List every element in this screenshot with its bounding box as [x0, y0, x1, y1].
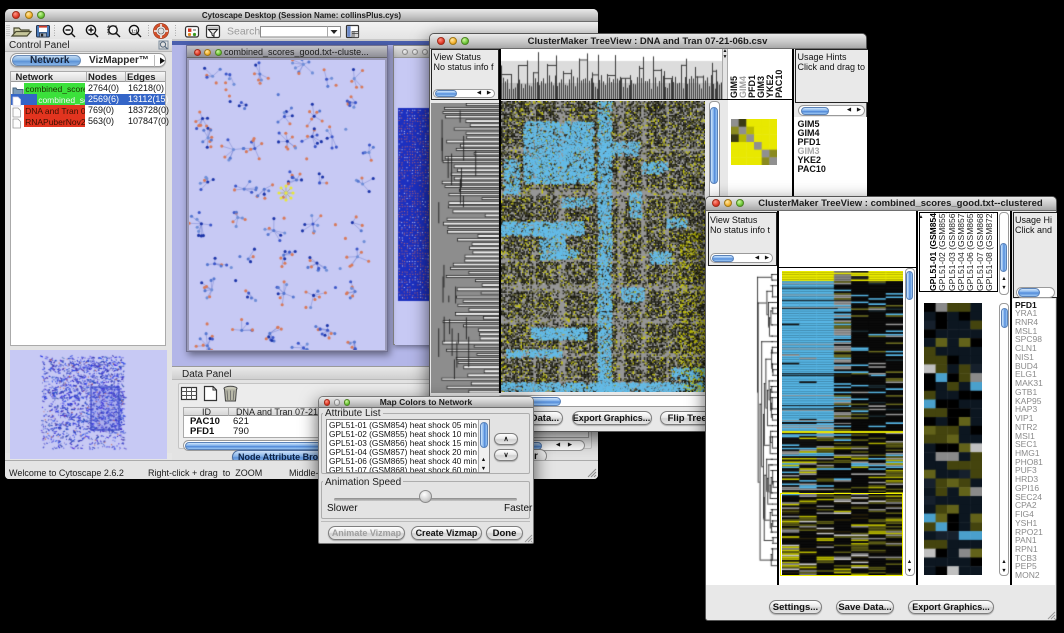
svg-text:1:1: 1:1 [131, 28, 138, 33]
svg-text:Search:: Search: [227, 26, 263, 38]
